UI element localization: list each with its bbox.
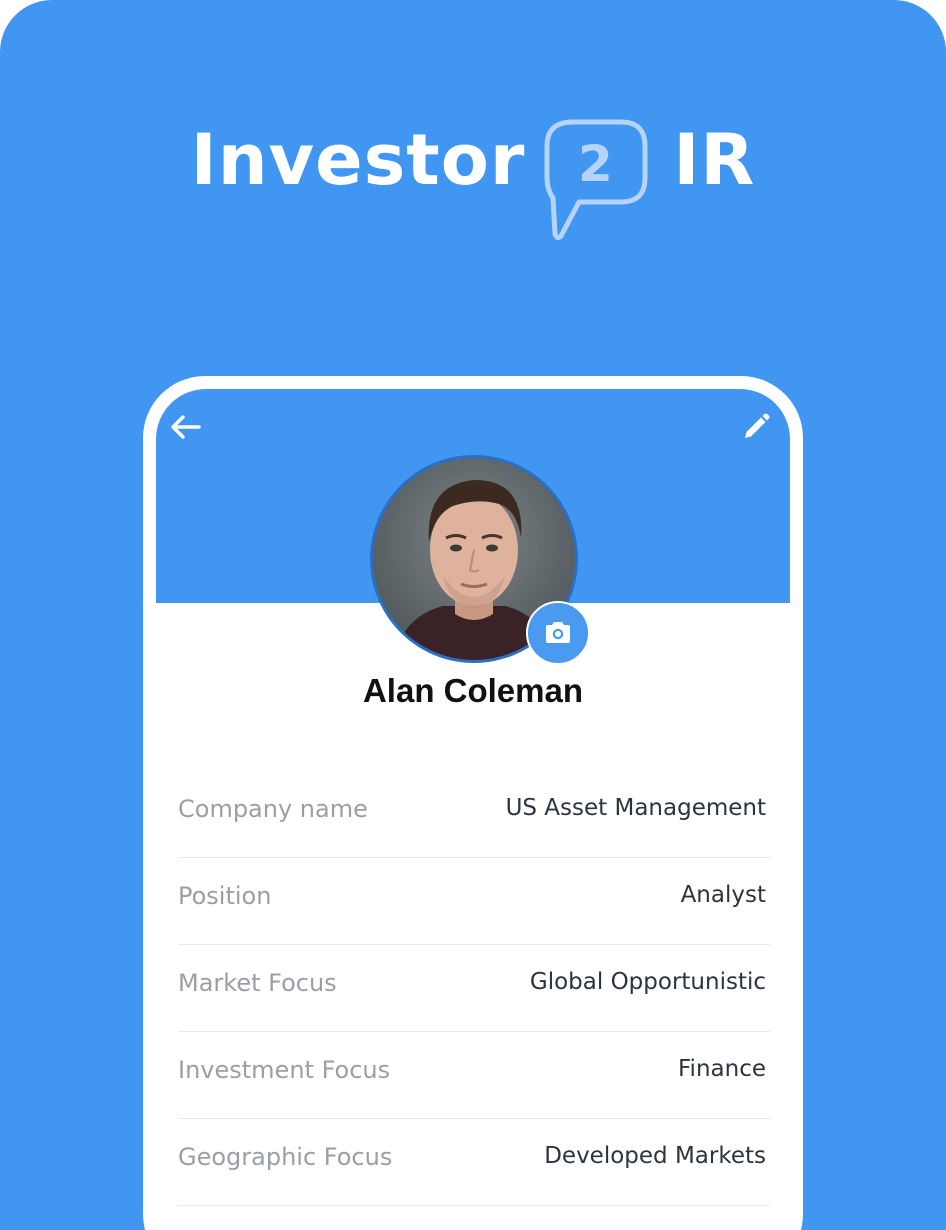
detail-row-geographic-focus: Geographic Focus Developed Markets	[178, 1119, 770, 1206]
detail-label: Investment Focus	[178, 1056, 391, 1084]
detail-value: Analyst	[680, 882, 766, 908]
detail-value: Global Opportunistic	[529, 969, 766, 995]
detail-row-investment-focus: Investment Focus Finance	[178, 1032, 770, 1119]
phone-mockup: Alan Coleman Company name US Asset Manag…	[143, 376, 803, 1230]
detail-value: Finance	[678, 1056, 766, 1082]
detail-row-company: Company name US Asset Management	[178, 771, 770, 858]
logo-word-ir: IR	[673, 119, 756, 201]
edit-button[interactable]	[740, 411, 772, 443]
detail-label: Position	[178, 882, 272, 910]
detail-value: Developed Markets	[544, 1143, 766, 1169]
profile-screen: Alan Coleman Company name US Asset Manag…	[156, 389, 790, 1230]
profile-details-list: Company name US Asset Management Positio…	[178, 771, 770, 1206]
detail-label: Geographic Focus	[178, 1143, 393, 1171]
detail-value: US Asset Management	[505, 795, 766, 821]
logo-word-investor: Investor	[190, 119, 526, 201]
profile-name: Alan Coleman	[362, 672, 584, 709]
app-promo-background: Investor 2 IR Alan Coleman Company name …	[0, 0, 946, 1230]
back-button[interactable]	[168, 409, 204, 445]
detail-row-position: Position Analyst	[178, 858, 770, 945]
detail-row-market-focus: Market Focus Global Opportunistic	[178, 945, 770, 1032]
detail-label: Company name	[178, 795, 368, 823]
detail-label: Market Focus	[178, 969, 337, 997]
change-photo-button[interactable]	[526, 601, 590, 665]
arrow-left-icon	[171, 415, 201, 439]
pencil-icon	[745, 413, 770, 438]
speech-bubble-icon: 2	[543, 116, 661, 244]
brand-logo: Investor 2 IR	[0, 112, 946, 252]
camera-icon	[546, 622, 570, 643]
logo-number: 2	[577, 135, 613, 193]
